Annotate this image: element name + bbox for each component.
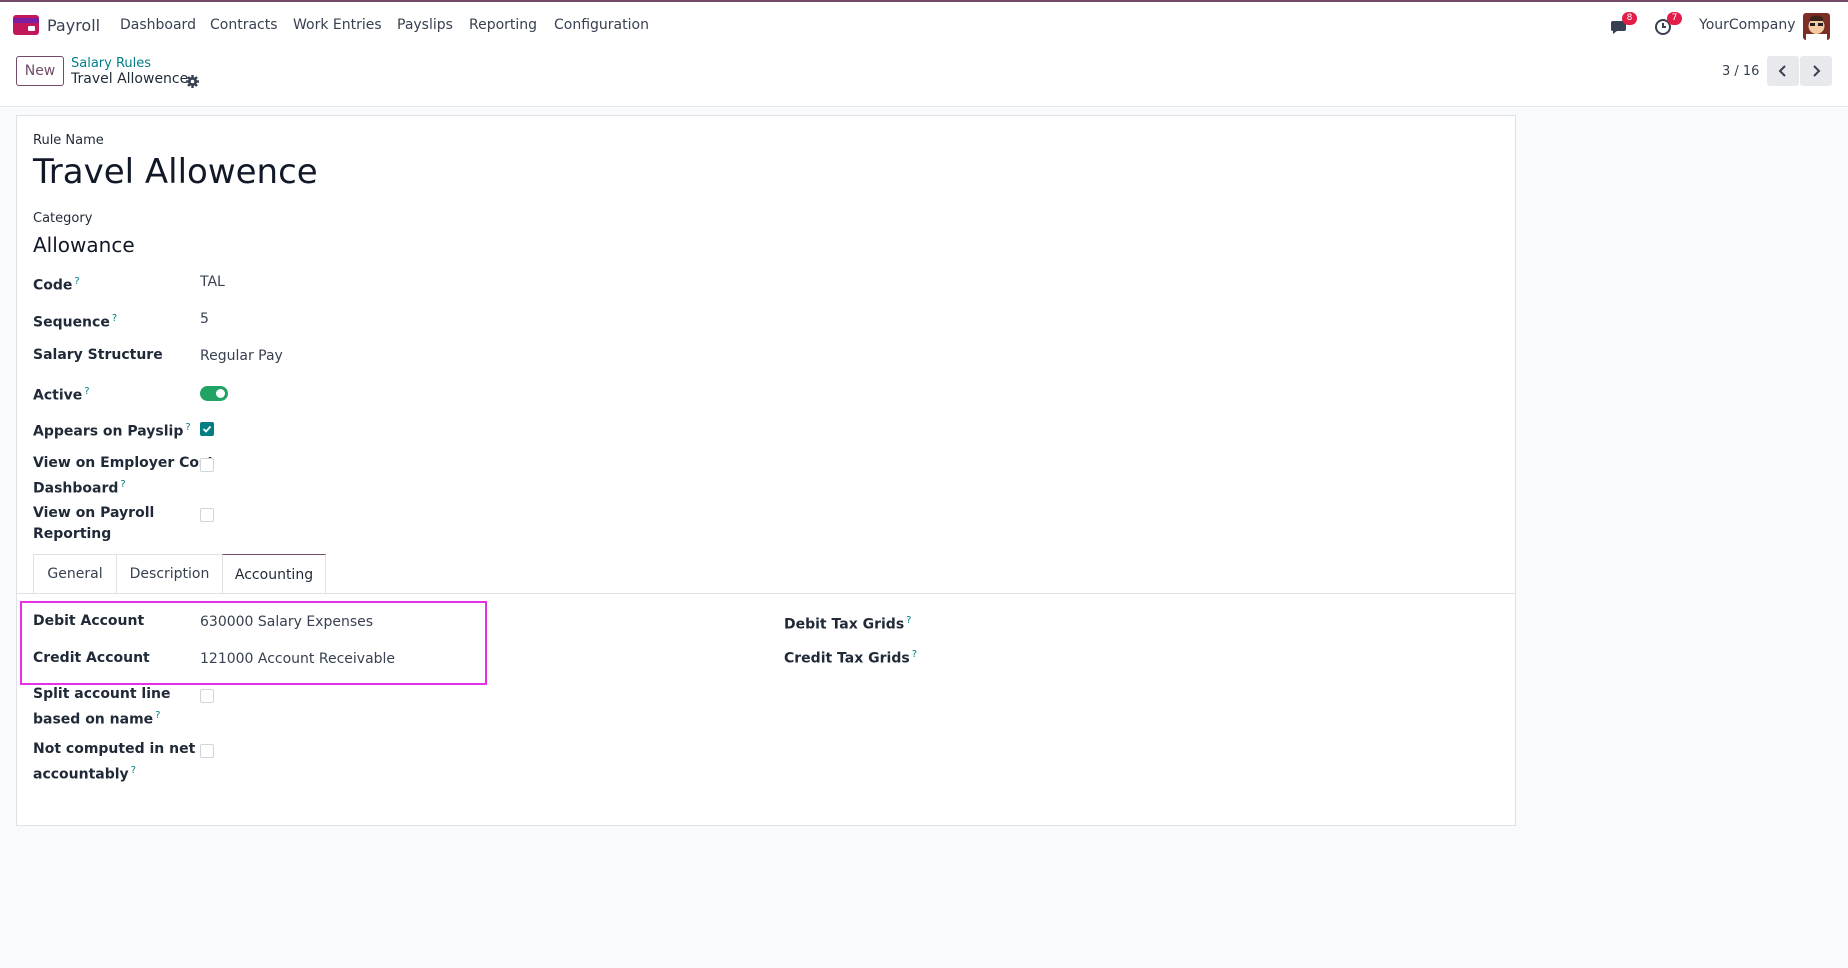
- debit-account-field[interactable]: 630000 Salary Expenses: [200, 614, 373, 630]
- user-avatar[interactable]: [1803, 13, 1830, 40]
- payroll-reporting-checkbox[interactable]: [200, 508, 214, 522]
- active-toggle[interactable]: [200, 386, 228, 401]
- form-sheet: Rule Name Travel Allowence Category Allo…: [16, 115, 1516, 826]
- tabs-divider: [17, 593, 1516, 594]
- credit-tax-grids-label: Credit Tax Grids?: [784, 649, 918, 667]
- breadcrumb-current: Travel Allowence: [71, 71, 189, 87]
- gear-icon[interactable]: [186, 73, 199, 88]
- menu-configuration[interactable]: Configuration: [554, 17, 649, 33]
- sequence-field[interactable]: 5: [200, 311, 209, 327]
- menu-contracts[interactable]: Contracts: [210, 17, 278, 33]
- menu-reporting[interactable]: Reporting: [469, 17, 537, 33]
- company-switcher[interactable]: YourCompany: [1699, 17, 1796, 33]
- menu-work-entries[interactable]: Work Entries: [293, 17, 382, 33]
- employer-cost-label: View on Employer Cost Dashboard?: [33, 455, 215, 497]
- code-field[interactable]: TAL: [200, 274, 225, 290]
- chevron-right-icon: [1813, 65, 1821, 77]
- category-label: Category: [33, 211, 93, 226]
- pager-previous-button[interactable]: [1767, 56, 1799, 86]
- split-account-checkbox[interactable]: [200, 689, 214, 703]
- split-account-label: Split account line based on name?: [33, 686, 171, 728]
- chevron-left-icon: [1778, 65, 1786, 77]
- menu-dashboard[interactable]: Dashboard: [120, 17, 196, 33]
- pager-value[interactable]: 3 / 16: [1722, 64, 1759, 79]
- employer-cost-checkbox[interactable]: [200, 458, 214, 472]
- sequence-label: Sequence?: [33, 313, 118, 331]
- not-computed-checkbox[interactable]: [200, 744, 214, 758]
- breadcrumb-parent[interactable]: Salary Rules: [71, 56, 151, 71]
- salary-structure-field[interactable]: Regular Pay: [200, 348, 283, 364]
- check-icon: [202, 425, 212, 433]
- tab-accounting[interactable]: Accounting: [222, 554, 326, 594]
- not-computed-label: Not computed in net accountably?: [33, 741, 196, 783]
- tab-description[interactable]: Description: [116, 554, 223, 593]
- credit-account-label: Credit Account: [33, 650, 150, 666]
- messages-badge: 8: [1622, 12, 1637, 25]
- rule-name-field[interactable]: Travel Allowence: [33, 152, 318, 192]
- new-button[interactable]: New: [16, 56, 64, 86]
- appears-on-payslip-checkbox[interactable]: [200, 422, 214, 436]
- rule-name-label: Rule Name: [33, 133, 104, 148]
- main-navbar: Payroll Dashboard Contracts Work Entries…: [0, 2, 1848, 48]
- category-field[interactable]: Allowance: [33, 233, 135, 257]
- payroll-app-icon[interactable]: [13, 15, 39, 35]
- debit-tax-grids-label: Debit Tax Grids?: [784, 615, 912, 633]
- tab-general[interactable]: General: [33, 554, 117, 593]
- pager-next-button[interactable]: [1800, 56, 1832, 86]
- app-name[interactable]: Payroll: [47, 16, 100, 35]
- payroll-reporting-label: View on Payroll Reporting: [33, 505, 155, 542]
- control-panel: New Salary Rules Travel Allowence 3 / 16: [0, 48, 1848, 107]
- credit-account-field[interactable]: 121000 Account Receivable: [200, 651, 395, 667]
- appears-on-payslip-label: Appears on Payslip?: [33, 422, 191, 440]
- active-label: Active?: [33, 386, 90, 404]
- activities-badge: 7: [1667, 12, 1682, 25]
- salary-structure-label: Salary Structure: [33, 347, 163, 363]
- menu-payslips[interactable]: Payslips: [397, 17, 453, 33]
- debit-account-label: Debit Account: [33, 613, 145, 629]
- code-label: Code?: [33, 276, 80, 294]
